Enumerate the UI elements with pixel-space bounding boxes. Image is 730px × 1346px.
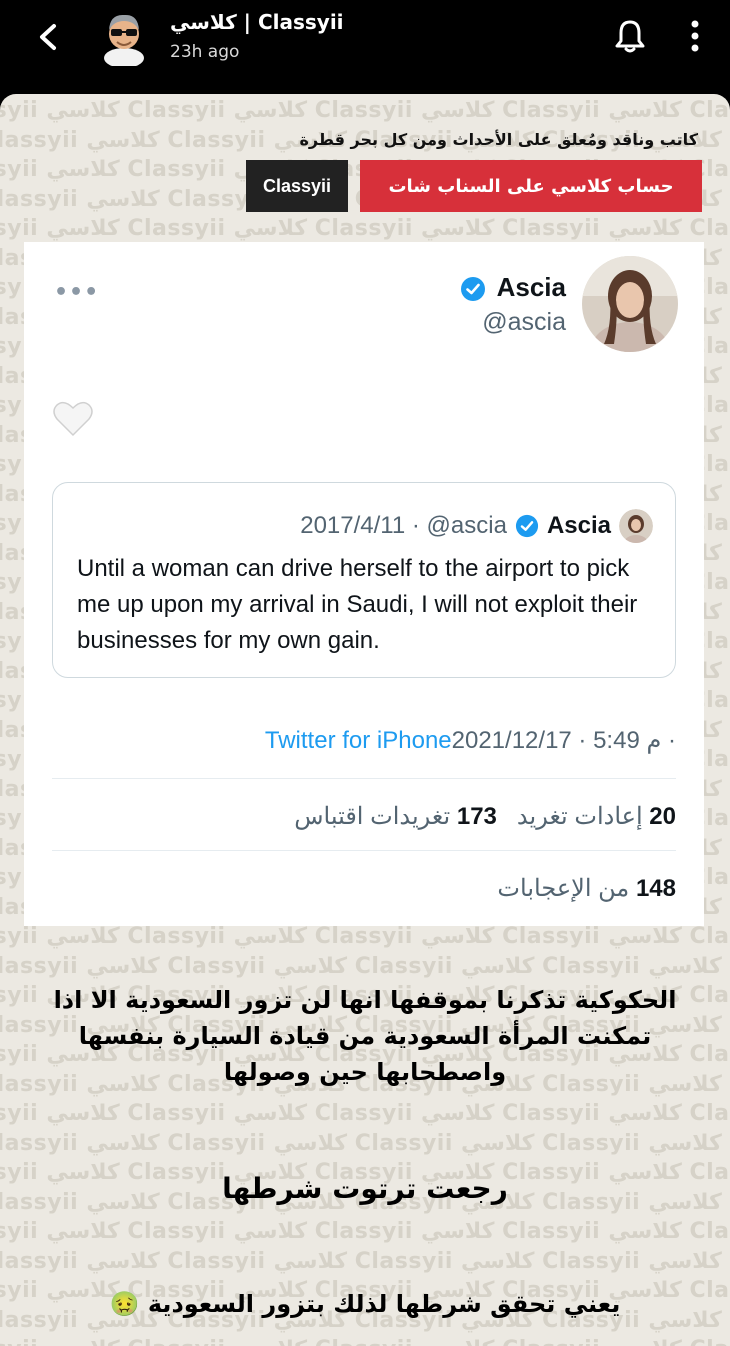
tweet-stats: 20 إعادات تغريد 173 تغريدات اقتباس bbox=[294, 802, 676, 831]
watermark-row: Classyii كلاسي Classyii كلاسي Classyii ك… bbox=[0, 1130, 730, 1156]
verified-badge-icon bbox=[515, 514, 539, 538]
bitmoji-avatar[interactable] bbox=[100, 8, 148, 66]
quoted-tweet-header: 2017/4/11 · @ascia Ascia bbox=[300, 509, 653, 543]
tweet-date-time: 2021/12/17 · 5:49 م · bbox=[451, 727, 676, 754]
story-timestamp: 23h ago bbox=[170, 42, 240, 62]
watermark-row: Classyii كلاسي Classyii كلاسي Classyii ك… bbox=[0, 924, 730, 949]
more-icon[interactable]: ••• bbox=[54, 280, 99, 305]
classyii-badge: Classyii bbox=[246, 160, 348, 212]
watermark-row: Classyii كلاسي Classyii كلاسي Classyii ك… bbox=[0, 1219, 730, 1244]
caption-main: الحكوكية تذكرنا بموقفها انها لن تزور الس… bbox=[53, 986, 677, 1086]
quoted-handle-date: 2017/4/11 · @ascia bbox=[300, 512, 507, 539]
quotes-count[interactable]: 173 bbox=[457, 803, 497, 830]
profile-avatar[interactable] bbox=[582, 256, 678, 352]
quoted-tweet[interactable]: 2017/4/11 · @ascia Ascia Until a woman c… bbox=[52, 482, 676, 678]
quoted-author-name: Ascia bbox=[546, 512, 611, 539]
tweet-author-name[interactable]: Ascia bbox=[497, 272, 566, 303]
quoted-avatar bbox=[619, 509, 653, 543]
likes-count[interactable]: 148 bbox=[636, 875, 676, 902]
tweet-likes: 148 من الإعجابات bbox=[497, 874, 676, 903]
divider bbox=[52, 850, 676, 851]
story-canvas: Classyii كلاسي Classyii كلاسي Classyii ك… bbox=[0, 94, 730, 1346]
heart-emoji-icon bbox=[53, 401, 93, 437]
tweet-meta: Twitter for iPhone2021/12/17 · 5:49 م · bbox=[265, 726, 676, 755]
watermark-row: Classyii كلاسي Classyii كلاسي Classyii ك… bbox=[0, 1337, 730, 1346]
caption-conclusion: يعني تحقق شرطها لذلك بتزور السعودية 🤢 bbox=[109, 1290, 621, 1318]
watermark-row: Classyii كلاسي Classyii كلاسي Classyii ك… bbox=[0, 953, 730, 979]
tweet-card: ••• Ascia @ascia 2017/4/11 · @ascia Asci… bbox=[24, 242, 704, 926]
bell-icon[interactable] bbox=[610, 16, 650, 56]
likes-label[interactable]: من الإعجابات bbox=[497, 875, 629, 902]
watermark-row: Classyii كلاسي Classyii كلاسي Classyii ك… bbox=[0, 98, 730, 123]
story-username[interactable]: كلاسي | Classyii bbox=[170, 10, 344, 34]
back-arrow-icon[interactable] bbox=[32, 20, 66, 54]
tweet-source-link[interactable]: Twitter for iPhone bbox=[265, 727, 452, 754]
quoted-tweet-text: Until a woman can drive herself to the a… bbox=[77, 555, 638, 654]
snapchat-account-badge: حساب كلاسي على السناب شات bbox=[360, 160, 702, 212]
watermark-row: Classyii كلاسي Classyii كلاسي Classyii ك… bbox=[0, 1248, 730, 1274]
watermark-row: Classyii كلاسي Classyii كلاسي Classyii ك… bbox=[0, 1101, 730, 1126]
watermark-row: Classyii كلاسي Classyii كلاسي Classyii ك… bbox=[0, 216, 730, 241]
caption-headline: رجعت ترتوت شرطها bbox=[222, 1172, 508, 1205]
story-header: كلاسي | Classyii 23h ago bbox=[0, 0, 730, 92]
more-options-icon[interactable] bbox=[684, 16, 706, 56]
retweets-label[interactable]: إعادات تغريد bbox=[517, 803, 643, 830]
tweet-author-handle[interactable]: @ascia bbox=[482, 308, 566, 337]
retweets-count[interactable]: 20 bbox=[649, 803, 676, 830]
divider bbox=[52, 778, 676, 779]
author-tagline: كاتب وناقد ومُعلق على الأحداث ومن كل بحر… bbox=[299, 130, 698, 149]
quotes-label[interactable]: تغريدات اقتباس bbox=[294, 803, 450, 830]
verified-badge-icon bbox=[461, 277, 485, 301]
